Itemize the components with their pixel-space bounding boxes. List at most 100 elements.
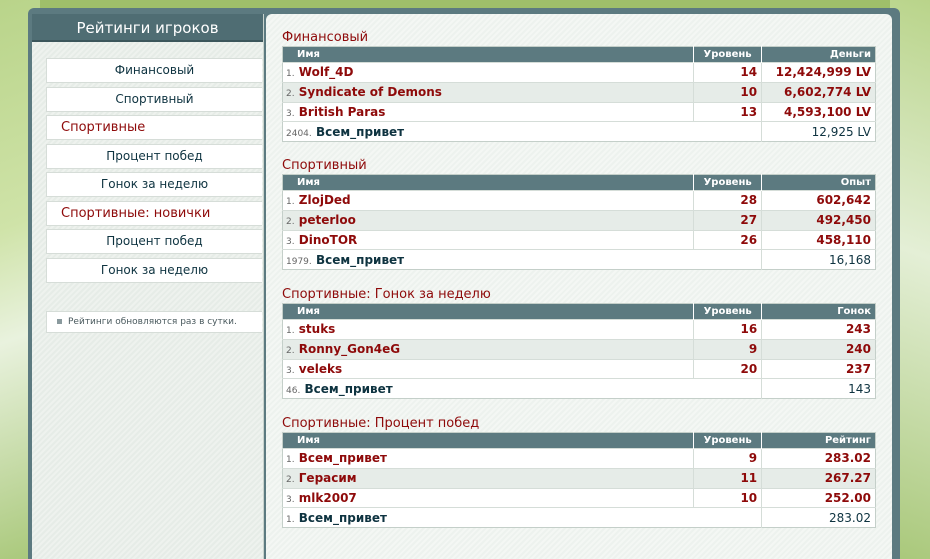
rank-number: 2.: [286, 217, 295, 228]
value-cell: 602,642: [761, 190, 876, 211]
player-cell: 1. stuks: [282, 319, 694, 340]
player-name-link[interactable]: Всем_привет: [299, 451, 387, 465]
table-row: 1. Wolf_4D 14 12,424,999 LV: [282, 62, 876, 83]
table-row: 3. DinoTOR 26 458,110: [282, 229, 876, 250]
section-title: Спортивные: Процент побед: [282, 416, 480, 431]
column-header-level[interactable]: Уровень: [693, 303, 762, 320]
level-cell: 26: [693, 229, 762, 250]
level-cell: 16: [693, 319, 762, 340]
player-name-link[interactable]: Всем_привет: [316, 125, 404, 139]
value-cell: 143: [761, 378, 876, 399]
rating-section: Спортивный Имя Уровень Опыт 1. ZlojDed 28 602,…: [282, 158, 878, 271]
sidebar-item[interactable]: Процент побед: [46, 143, 262, 169]
player-cell: 2. Ronny_Gon4eG: [282, 338, 694, 360]
rank-number: 3.: [286, 494, 295, 505]
section-title: Финансовый: [282, 30, 369, 45]
column-header-level[interactable]: Уровень: [693, 174, 762, 191]
player-cell: 3. DinoTOR: [282, 229, 694, 250]
value-cell: 267.27: [761, 467, 876, 489]
column-header-level[interactable]: Уровень: [693, 46, 762, 63]
section-title: Спортивные: Гонок за неделю: [282, 287, 491, 302]
table-row: 1. Всем_привет 9 283.02: [282, 448, 876, 469]
value-cell: 243: [761, 319, 876, 340]
table-row-current-player: 2404. Всем_привет 12,925 LV: [282, 121, 876, 142]
value-cell: 12,925 LV: [761, 121, 876, 142]
rank-number: 1.: [286, 326, 295, 337]
sidebar: Рейтинги игроков Финансовый Спортивный Спо…: [32, 14, 264, 559]
table-row: 2. Ronny_Gon4eG 9 240: [282, 338, 876, 360]
level-cell: 10: [693, 487, 762, 508]
column-header-value[interactable]: Опыт: [761, 174, 876, 191]
rank-number: 2404.: [286, 128, 312, 139]
player-name-link[interactable]: Герасим: [299, 471, 357, 485]
sidebar-item[interactable]: Спортивный: [46, 86, 262, 112]
table-row: 1. ZlojDed 28 602,642: [282, 190, 876, 211]
column-header-level[interactable]: Уровень: [693, 432, 762, 449]
column-header-name[interactable]: Имя: [282, 432, 694, 449]
column-header-value[interactable]: Рейтинг: [761, 432, 876, 449]
table-row-current-player: 1979. Всем_привет 16,168: [282, 249, 876, 270]
table-row: 3. mlk2007 10 252.00: [282, 487, 876, 508]
player-cell: 1. ZlojDed: [282, 190, 694, 211]
level-cell: 14: [693, 62, 762, 83]
value-cell: 252.00: [761, 487, 876, 508]
player-name-link[interactable]: ZlojDed: [299, 193, 351, 207]
column-header-name[interactable]: Имя: [282, 303, 694, 320]
column-header-name[interactable]: Имя: [282, 174, 694, 191]
sidebar-item[interactable]: Процент побед: [46, 229, 262, 254]
level-cell: [693, 378, 762, 399]
column-header-value[interactable]: Гонок: [761, 303, 876, 320]
player-name-link[interactable]: British Paras: [299, 105, 386, 119]
player-name-link[interactable]: Всем_привет: [305, 382, 393, 396]
sidebar-group-label: Спортивные: [46, 115, 262, 140]
player-name-link[interactable]: mlk2007: [299, 491, 357, 505]
sidebar-note: Рейтинги обновляются раз в сутки.: [46, 310, 262, 333]
value-cell: 283.02: [761, 448, 876, 469]
rating-table: Имя Уровень Гонок 1. stuks 16 243 2. Ronny_Gon…: [282, 303, 876, 400]
player-name-link[interactable]: peterloo: [299, 213, 356, 227]
rating-section: Спортивные: Гонок за неделю Имя Уровень Гон…: [282, 287, 878, 400]
level-cell: 27: [693, 209, 762, 231]
rating-section: Финансовый Имя Уровень Деньги 1. Wolf_4D 14 12…: [282, 30, 878, 143]
level-cell: 9: [693, 448, 762, 469]
rank-number: 2.: [286, 89, 295, 100]
sidebar-menu: Финансовый Спортивный Спортивные Процент по…: [32, 58, 263, 283]
value-cell: 12,424,999 LV: [761, 62, 876, 83]
level-cell: 11: [693, 467, 762, 489]
sidebar-item[interactable]: Гонок за неделю: [46, 172, 262, 197]
rank-number: 1979.: [286, 256, 312, 267]
column-header-value[interactable]: Деньги: [761, 46, 876, 63]
sidebar-note-text: Рейтинги обновляются раз в сутки.: [68, 316, 237, 327]
sidebar-group-label: Спортивные: новички: [46, 200, 262, 226]
main-content: Финансовый Имя Уровень Деньги 1. Wolf_4D 14 12…: [266, 14, 892, 559]
table-row: 2. Герасим 11 267.27: [282, 467, 876, 489]
player-name-link[interactable]: Всем_привет: [316, 253, 404, 267]
sidebar-title: Рейтинги игроков: [32, 14, 263, 42]
table-row-current-player: 1. Всем_привет 283.02: [282, 507, 876, 528]
column-header-name[interactable]: Имя: [282, 46, 694, 63]
player-name-link[interactable]: Всем_привет: [299, 511, 387, 525]
rating-table: Имя Уровень Опыт 1. ZlojDed 28 602,642 2. pete…: [282, 174, 876, 271]
player-name-link[interactable]: Ronny_Gon4eG: [299, 342, 400, 356]
value-cell: 240: [761, 338, 876, 360]
player-name-link[interactable]: Wolf_4D: [299, 65, 354, 79]
player-name-link[interactable]: Syndicate of Demons: [299, 85, 442, 99]
table-row: 3. veleks 20 237: [282, 358, 876, 379]
level-cell: 20: [693, 358, 762, 379]
player-cell: 2. Syndicate of Demons: [282, 81, 694, 103]
value-cell: 283.02: [761, 507, 876, 528]
player-name-link[interactable]: DinoTOR: [299, 233, 358, 247]
player-cell: 1979. Всем_привет: [282, 249, 694, 270]
rank-number: 1.: [286, 455, 295, 466]
player-cell: 2. Герасим: [282, 467, 694, 489]
sidebar-item[interactable]: Финансовый: [46, 58, 262, 83]
value-cell: 4,593,100 LV: [761, 101, 876, 122]
value-cell: 6,602,774 LV: [761, 81, 876, 103]
level-cell: 9: [693, 338, 762, 360]
player-name-link[interactable]: stuks: [299, 322, 336, 336]
rating-table: Имя Уровень Деньги 1. Wolf_4D 14 12,424,999 L…: [282, 46, 876, 143]
rating-table: Имя Уровень Рейтинг 1. Всем_привет 9 283.02 2.…: [282, 432, 876, 529]
sidebar-item[interactable]: Гонок за неделю: [46, 257, 262, 283]
rank-number: 2.: [286, 346, 295, 357]
player-name-link[interactable]: veleks: [299, 362, 342, 376]
